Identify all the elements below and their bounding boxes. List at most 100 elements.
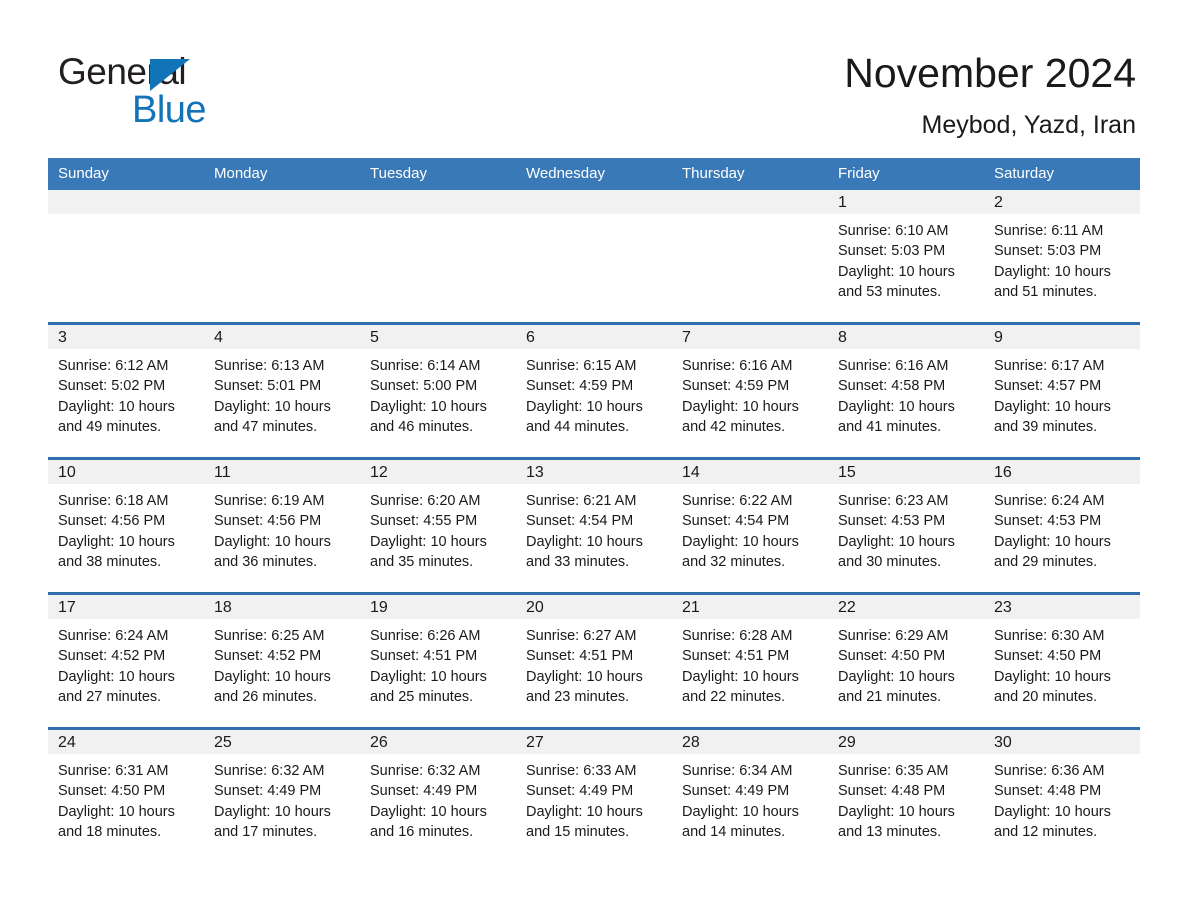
calendar-day-cell[interactable]: 26 Sunrise: 6:32 AM Sunset: 4:49 PM Dayligh…: [360, 730, 516, 862]
daylight-text: Daylight: 10 hours: [214, 398, 331, 415]
daylight-text-cont: and 51 minutes.: [994, 283, 1098, 300]
calendar-table: Sunday Monday Tuesday Wednesday Thursday…: [48, 158, 1140, 862]
day-number: 2: [994, 194, 1003, 211]
daylight-text-cont: and 38 minutes.: [58, 553, 162, 570]
calendar-day-cell-empty: [204, 190, 360, 322]
calendar-day-cell[interactable]: 6 Sunrise: 6:15 AM Sunset: 4:59 PM Daylight…: [516, 325, 672, 457]
day-details: Sunrise: 6:16 AM Sunset: 4:58 PM Daylight:…: [828, 349, 984, 437]
calendar-day-cell[interactable]: 10 Sunrise: 6:18 AM Sunset: 4:56 PM Dayligh…: [48, 460, 204, 592]
calendar-day-cell[interactable]: 1 Sunrise: 6:10 AM Sunset: 5:03 PM Daylight…: [828, 190, 984, 322]
calendar-day-cell[interactable]: 16 Sunrise: 6:24 AM Sunset: 4:53 PM Dayligh…: [984, 460, 1140, 592]
day-number-band: 6: [516, 325, 672, 349]
day-number-band: 25: [204, 730, 360, 754]
day-number-band: 17: [48, 595, 204, 619]
day-details: Sunrise: 6:24 AM Sunset: 4:52 PM Daylight:…: [48, 619, 204, 707]
sunrise-text: Sunrise: 6:24 AM: [58, 628, 169, 644]
day-number: 24: [58, 734, 76, 751]
day-details: Sunrise: 6:25 AM Sunset: 4:52 PM Daylight:…: [204, 619, 360, 707]
calendar-day-cell[interactable]: 7 Sunrise: 6:16 AM Sunset: 4:59 PM Daylight…: [672, 325, 828, 457]
daylight-text-cont: and 12 minutes.: [994, 823, 1098, 840]
day-details: Sunrise: 6:23 AM Sunset: 4:53 PM Daylight:…: [828, 484, 984, 572]
calendar-day-slot: 9 Sunrise: 6:17 AM Sunset: 4:57 PM Daylight…: [984, 322, 1140, 459]
day-number: 16: [994, 464, 1012, 481]
day-number-band: [672, 190, 828, 214]
daylight-text-cont: and 21 minutes.: [838, 688, 942, 705]
calendar-day-slot: 8 Sunrise: 6:16 AM Sunset: 4:58 PM Daylight…: [828, 322, 984, 459]
calendar-day-cell[interactable]: 3 Sunrise: 6:12 AM Sunset: 5:02 PM Daylight…: [48, 325, 204, 457]
calendar-day-cell[interactable]: 5 Sunrise: 6:14 AM Sunset: 5:00 PM Daylight…: [360, 325, 516, 457]
calendar-week-row: 10 Sunrise: 6:18 AM Sunset: 4:56 PM Dayligh…: [48, 457, 1140, 594]
daylight-text: Daylight: 10 hours: [682, 803, 799, 820]
daylight-text: Daylight: 10 hours: [682, 533, 799, 550]
daylight-text-cont: and 17 minutes.: [214, 823, 318, 840]
calendar-day-cell[interactable]: 28 Sunrise: 6:34 AM Sunset: 4:49 PM Dayligh…: [672, 730, 828, 862]
daylight-text-cont: and 14 minutes.: [682, 823, 786, 840]
daylight-text-cont: and 22 minutes.: [682, 688, 786, 705]
day-number: 22: [838, 599, 856, 616]
calendar-day-cell[interactable]: 13 Sunrise: 6:21 AM Sunset: 4:54 PM Dayligh…: [516, 460, 672, 592]
calendar-day-cell[interactable]: 23 Sunrise: 6:30 AM Sunset: 4:50 PM Dayligh…: [984, 595, 1140, 727]
day-details: [516, 214, 672, 221]
calendar-day-slot: 11 Sunrise: 6:19 AM Sunset: 4:56 PM Dayligh…: [204, 457, 360, 594]
calendar-day-cell[interactable]: 30 Sunrise: 6:36 AM Sunset: 4:48 PM Dayligh…: [984, 730, 1140, 862]
sunset-text: Sunset: 4:56 PM: [214, 513, 322, 530]
sunset-text: Sunset: 4:54 PM: [682, 513, 790, 530]
sunrise-text: Sunrise: 6:26 AM: [370, 628, 481, 644]
calendar-day-slot: 23 Sunrise: 6:30 AM Sunset: 4:50 PM Dayligh…: [984, 592, 1140, 729]
daylight-text: Daylight: 10 hours: [58, 803, 175, 820]
brand-logo[interactable]: General Blue: [58, 52, 378, 132]
calendar-day-slot: 14 Sunrise: 6:22 AM Sunset: 4:54 PM Dayligh…: [672, 457, 828, 594]
calendar-day-cell[interactable]: 27 Sunrise: 6:33 AM Sunset: 4:49 PM Dayligh…: [516, 730, 672, 862]
day-number: 19: [370, 599, 388, 616]
day-number: 4: [214, 329, 223, 346]
calendar-day-cell[interactable]: 19 Sunrise: 6:26 AM Sunset: 4:51 PM Dayligh…: [360, 595, 516, 727]
calendar-day-cell[interactable]: 12 Sunrise: 6:20 AM Sunset: 4:55 PM Dayligh…: [360, 460, 516, 592]
sunrise-text: Sunrise: 6:34 AM: [682, 763, 793, 779]
weekday-header-thursday: Thursday: [672, 158, 828, 190]
calendar-day-cell[interactable]: 14 Sunrise: 6:22 AM Sunset: 4:54 PM Dayligh…: [672, 460, 828, 592]
day-number-band: 4: [204, 325, 360, 349]
day-number: 9: [994, 329, 1003, 346]
sunset-text: Sunset: 4:49 PM: [370, 783, 478, 800]
calendar-day-slot: 4 Sunrise: 6:13 AM Sunset: 5:01 PM Daylight…: [204, 322, 360, 459]
day-number: 28: [682, 734, 700, 751]
calendar-day-cell[interactable]: 25 Sunrise: 6:32 AM Sunset: 4:49 PM Dayligh…: [204, 730, 360, 862]
sunset-text: Sunset: 5:02 PM: [58, 378, 166, 395]
calendar-day-cell[interactable]: 20 Sunrise: 6:27 AM Sunset: 4:51 PM Dayligh…: [516, 595, 672, 727]
calendar-day-cell[interactable]: 18 Sunrise: 6:25 AM Sunset: 4:52 PM Dayligh…: [204, 595, 360, 727]
calendar-day-cell[interactable]: 4 Sunrise: 6:13 AM Sunset: 5:01 PM Daylight…: [204, 325, 360, 457]
calendar-day-cell[interactable]: 21 Sunrise: 6:28 AM Sunset: 4:51 PM Dayligh…: [672, 595, 828, 727]
day-details: Sunrise: 6:31 AM Sunset: 4:50 PM Daylight:…: [48, 754, 204, 842]
calendar-day-cell[interactable]: 8 Sunrise: 6:16 AM Sunset: 4:58 PM Daylight…: [828, 325, 984, 457]
calendar-day-cell[interactable]: 22 Sunrise: 6:29 AM Sunset: 4:50 PM Dayligh…: [828, 595, 984, 727]
daylight-text: Daylight: 10 hours: [370, 398, 487, 415]
day-number-band: 3: [48, 325, 204, 349]
sunrise-text: Sunrise: 6:22 AM: [682, 493, 793, 509]
calendar-day-slot: [516, 190, 672, 324]
calendar-day-cell[interactable]: 2 Sunrise: 6:11 AM Sunset: 5:03 PM Daylight…: [984, 190, 1140, 322]
day-details: Sunrise: 6:24 AM Sunset: 4:53 PM Daylight:…: [984, 484, 1140, 572]
calendar-day-cell[interactable]: 9 Sunrise: 6:17 AM Sunset: 4:57 PM Daylight…: [984, 325, 1140, 457]
sunset-text: Sunset: 4:49 PM: [214, 783, 322, 800]
sunrise-text: Sunrise: 6:33 AM: [526, 763, 637, 779]
calendar-day-cell[interactable]: 11 Sunrise: 6:19 AM Sunset: 4:56 PM Dayligh…: [204, 460, 360, 592]
day-number: 10: [58, 464, 76, 481]
daylight-text-cont: and 49 minutes.: [58, 418, 162, 435]
calendar-day-cell[interactable]: 17 Sunrise: 6:24 AM Sunset: 4:52 PM Dayligh…: [48, 595, 204, 727]
day-number-band: 28: [672, 730, 828, 754]
calendar-day-cell[interactable]: 24 Sunrise: 6:31 AM Sunset: 4:50 PM Dayligh…: [48, 730, 204, 862]
sunrise-text: Sunrise: 6:23 AM: [838, 493, 949, 509]
sunrise-text: Sunrise: 6:29 AM: [838, 628, 949, 644]
daylight-text: Daylight: 10 hours: [214, 533, 331, 550]
calendar-grid: Sunday Monday Tuesday Wednesday Thursday…: [48, 158, 1140, 862]
calendar-day-cell[interactable]: 15 Sunrise: 6:23 AM Sunset: 4:53 PM Dayligh…: [828, 460, 984, 592]
day-number: 5: [370, 329, 379, 346]
calendar-day-slot: 21 Sunrise: 6:28 AM Sunset: 4:51 PM Dayligh…: [672, 592, 828, 729]
calendar-page: General Blue November 2024 Meybod, Yazd,…: [0, 0, 1188, 918]
calendar-day-slot: 29 Sunrise: 6:35 AM Sunset: 4:48 PM Dayligh…: [828, 727, 984, 862]
calendar-day-cell[interactable]: 29 Sunrise: 6:35 AM Sunset: 4:48 PM Dayligh…: [828, 730, 984, 862]
daylight-text: Daylight: 10 hours: [214, 668, 331, 685]
calendar-day-slot: [360, 190, 516, 324]
sunrise-text: Sunrise: 6:17 AM: [994, 358, 1105, 374]
day-number: 17: [58, 599, 76, 616]
